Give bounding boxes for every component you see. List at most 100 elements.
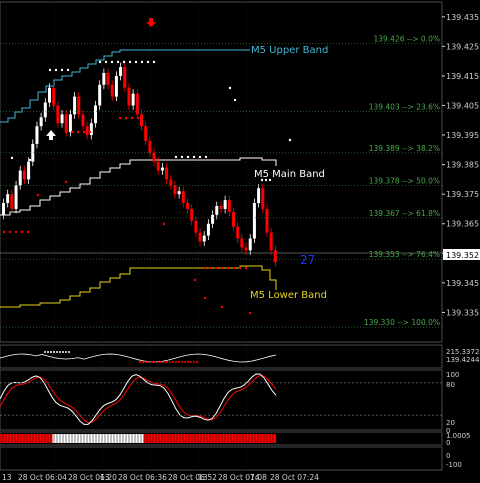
white-dot (198, 155, 202, 159)
main-band-label: M5 Main Band (254, 169, 325, 180)
lower-band-label: M5 Lower Band (250, 290, 327, 301)
trading-chart[interactable]: 139.426 --> 0.0% 139.403 --> 23.6% 139.389… (0, 0, 480, 483)
candle-body (89, 123, 93, 136)
candle-body (186, 203, 189, 209)
candle-body (169, 179, 173, 186)
candle-body (232, 211, 235, 227)
candle-body (2, 203, 5, 215)
sub-panel-border-4 (0, 446, 443, 471)
white-dot (228, 86, 232, 90)
candle-body (110, 84, 114, 97)
sub4-tick-label: -100 (446, 461, 462, 469)
time-tick-label: 28 Oct 06:20 (68, 473, 117, 482)
candle-body (102, 72, 106, 85)
red-dot (214, 266, 218, 270)
osc-dot (151, 361, 153, 363)
red-dot (220, 266, 224, 270)
white-dot (122, 60, 126, 64)
price-tick-label: 139.395 (446, 131, 479, 140)
white-dot (54, 68, 58, 72)
candle-body (27, 161, 31, 180)
price-tick-label: 139.415 (446, 72, 479, 81)
red-dot (64, 130, 68, 134)
candle-body (14, 185, 18, 209)
white-dot (186, 155, 190, 159)
osc-dot (68, 351, 70, 353)
time-tick-label: 14 (250, 473, 260, 482)
stoch-main-line (0, 373, 277, 425)
osc-dot (145, 361, 147, 363)
red-dot (130, 116, 134, 120)
white-dot (66, 68, 70, 72)
osc-dot (44, 351, 46, 353)
white-dot (140, 60, 144, 64)
candle-body (6, 194, 10, 204)
candle-body (119, 67, 123, 76)
red-dot (2, 230, 6, 234)
price-tick-label: 139.405 (446, 101, 479, 110)
red-dot (64, 180, 68, 184)
candle-body (269, 232, 273, 251)
red-dot (70, 130, 74, 134)
red-dot (36, 193, 40, 197)
white-dot (146, 60, 150, 64)
white-dot (98, 60, 102, 64)
candle-body (173, 185, 177, 195)
osc-dot (163, 361, 165, 363)
price-tick-label: 139.425 (446, 42, 479, 51)
red-dot (244, 266, 248, 270)
red-dot (124, 116, 128, 120)
sub-panel-border-2 (0, 369, 443, 431)
time-tick-label: 28 Oct 07:08 (218, 473, 267, 482)
candle-body (244, 247, 248, 251)
red-dot (88, 130, 92, 134)
osc-dot (56, 351, 58, 353)
sub2-tick-label: 20 (446, 419, 455, 427)
fib-label: 139.330 --> 100.0% (364, 318, 440, 327)
red-dot (26, 230, 30, 234)
candle-body (236, 226, 240, 239)
fib-label: 139.426 --> 0.0% (373, 34, 440, 43)
signal-bar-red (0, 434, 53, 443)
price-tick-label: 139.435 (446, 13, 479, 22)
stochastic-panel: 10080200 (0, 371, 459, 435)
white-dot (116, 60, 120, 64)
candle-body (215, 206, 219, 215)
white-dot (110, 60, 114, 64)
candle-body (52, 87, 56, 106)
red-dot (82, 130, 86, 134)
osc-dot (187, 361, 189, 363)
candle-body (148, 140, 152, 153)
red-dot (203, 296, 207, 300)
candle-body (152, 152, 156, 162)
sub1-tick-label: 139.4244 (446, 356, 480, 364)
osc-dot (65, 351, 67, 353)
candle-body (223, 200, 227, 209)
candle-body (48, 87, 51, 103)
time-tick-label: 13 (2, 473, 12, 482)
white-dot (10, 156, 14, 160)
candle-body (211, 214, 215, 224)
candle-body (64, 114, 68, 133)
time-tick-label: 28 Oct 07:24 (270, 473, 319, 482)
candle-body (140, 114, 143, 127)
candle-body (35, 126, 39, 144)
signal-dots (2, 60, 292, 315)
candle-body (10, 194, 14, 209)
white-dot (233, 98, 237, 102)
osc-dot (59, 351, 61, 353)
candle-body (106, 72, 110, 85)
candle-body (98, 84, 102, 106)
white-dot (128, 60, 132, 64)
time-tick-label: 28 Oct 06:52 (168, 473, 217, 482)
candle-body (22, 170, 26, 180)
candle-body (123, 67, 127, 88)
candle-body (39, 117, 43, 127)
candle-body (114, 75, 118, 97)
osc-dot (50, 351, 52, 353)
red-dot (238, 266, 242, 270)
white-dot (192, 155, 196, 159)
osc-dot (175, 361, 177, 363)
osc-dot (190, 361, 192, 363)
candle-body (206, 223, 210, 236)
